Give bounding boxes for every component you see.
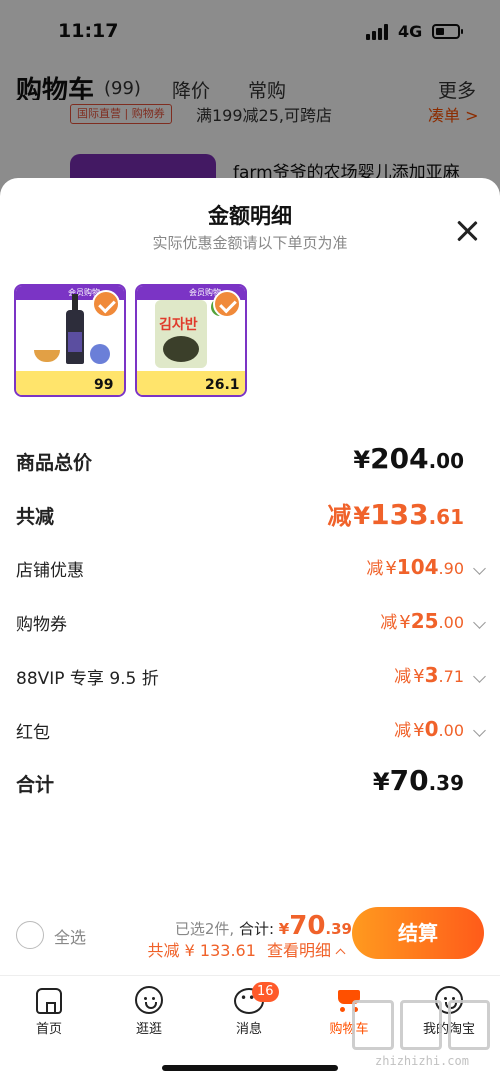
row-amount: 减 ¥104.90 bbox=[366, 555, 464, 579]
row-amount: ¥204.00 bbox=[353, 442, 464, 475]
row-label: 购物券 bbox=[16, 615, 67, 635]
check-icon bbox=[92, 290, 120, 318]
row-amount: ¥70.39 bbox=[372, 764, 464, 797]
explore-icon bbox=[135, 986, 163, 1014]
sheet-subtitle: 实际优惠金额请以下单页为准 bbox=[152, 234, 348, 252]
message-badge: 16 bbox=[252, 982, 279, 1002]
row-amount: 减 ¥25.00 bbox=[380, 609, 464, 633]
checkout-button[interactable]: 结算 bbox=[352, 907, 484, 959]
product-price: 99 bbox=[94, 377, 114, 393]
seaweed-snack-image: 김자반 bbox=[155, 300, 207, 368]
row-goods-total: 商品总价 ¥204.00 bbox=[16, 442, 484, 482]
tab-explore[interactable]: 逛逛 bbox=[114, 986, 184, 1046]
row-coupon[interactable]: 购物券 减 ¥25.00 bbox=[16, 604, 486, 644]
select-all-radio[interactable] bbox=[16, 921, 44, 949]
row-vip-discount[interactable]: 88VIP 专享 9.5 折 减 ¥3.71 bbox=[16, 658, 486, 698]
row-amount: 减¥133.61 bbox=[327, 498, 464, 531]
product-thumb-oil[interactable]: 会员购物 99 bbox=[14, 284, 126, 397]
view-detail-link[interactable]: 共减 ¥ 133.61 查看明细 bbox=[148, 937, 346, 961]
product-thumb-seaweed[interactable]: 会员购物 김자반 26.1 bbox=[135, 284, 247, 397]
chevron-down-icon[interactable] bbox=[473, 670, 486, 683]
chevron-down-icon[interactable] bbox=[473, 616, 486, 629]
row-label: 店铺优惠 bbox=[16, 561, 84, 581]
close-icon[interactable] bbox=[452, 216, 482, 246]
chevron-down-icon[interactable] bbox=[473, 562, 486, 575]
row-total-discount: 共减 减¥133.61 bbox=[16, 496, 484, 536]
row-grand-total: 合计 ¥70.39 bbox=[16, 764, 484, 804]
chevron-up-icon bbox=[335, 948, 346, 959]
row-label: 88VIP 专享 9.5 折 bbox=[16, 669, 159, 689]
row-red-packet[interactable]: 红包 减 ¥0.00 bbox=[16, 712, 486, 752]
row-label: 商品总价 bbox=[16, 452, 93, 474]
row-label: 红包 bbox=[16, 723, 50, 743]
row-amount: 减 ¥3.71 bbox=[394, 663, 464, 687]
home-indicator bbox=[162, 1065, 338, 1071]
sheet-title: 金额明细 bbox=[208, 204, 292, 228]
row-amount: 减 ¥0.00 bbox=[394, 717, 464, 741]
chevron-down-icon[interactable] bbox=[473, 724, 486, 737]
selected-products: 会员购物 99 会员购物 김자반 26.1 bbox=[14, 284, 254, 398]
tab-messages[interactable]: 16 消息 bbox=[214, 982, 284, 1046]
checkout-summary: 全选 已选2件, 合计: ¥70.39 共减 ¥ 133.61 查看明细 结算 bbox=[0, 895, 500, 975]
row-label: 共减 bbox=[16, 506, 55, 528]
row-label: 合计 bbox=[16, 774, 55, 796]
watermark: zhizhizhi.com bbox=[352, 1000, 492, 1072]
tab-home[interactable]: 首页 bbox=[14, 986, 84, 1046]
select-all-label[interactable]: 全选 bbox=[54, 924, 86, 948]
row-store-discount[interactable]: 店铺优惠 减 ¥104.90 bbox=[16, 550, 486, 590]
home-icon bbox=[36, 988, 62, 1014]
check-icon bbox=[213, 290, 241, 318]
oil-bottle-image bbox=[66, 294, 84, 364]
product-price: 26.1 bbox=[205, 377, 240, 393]
